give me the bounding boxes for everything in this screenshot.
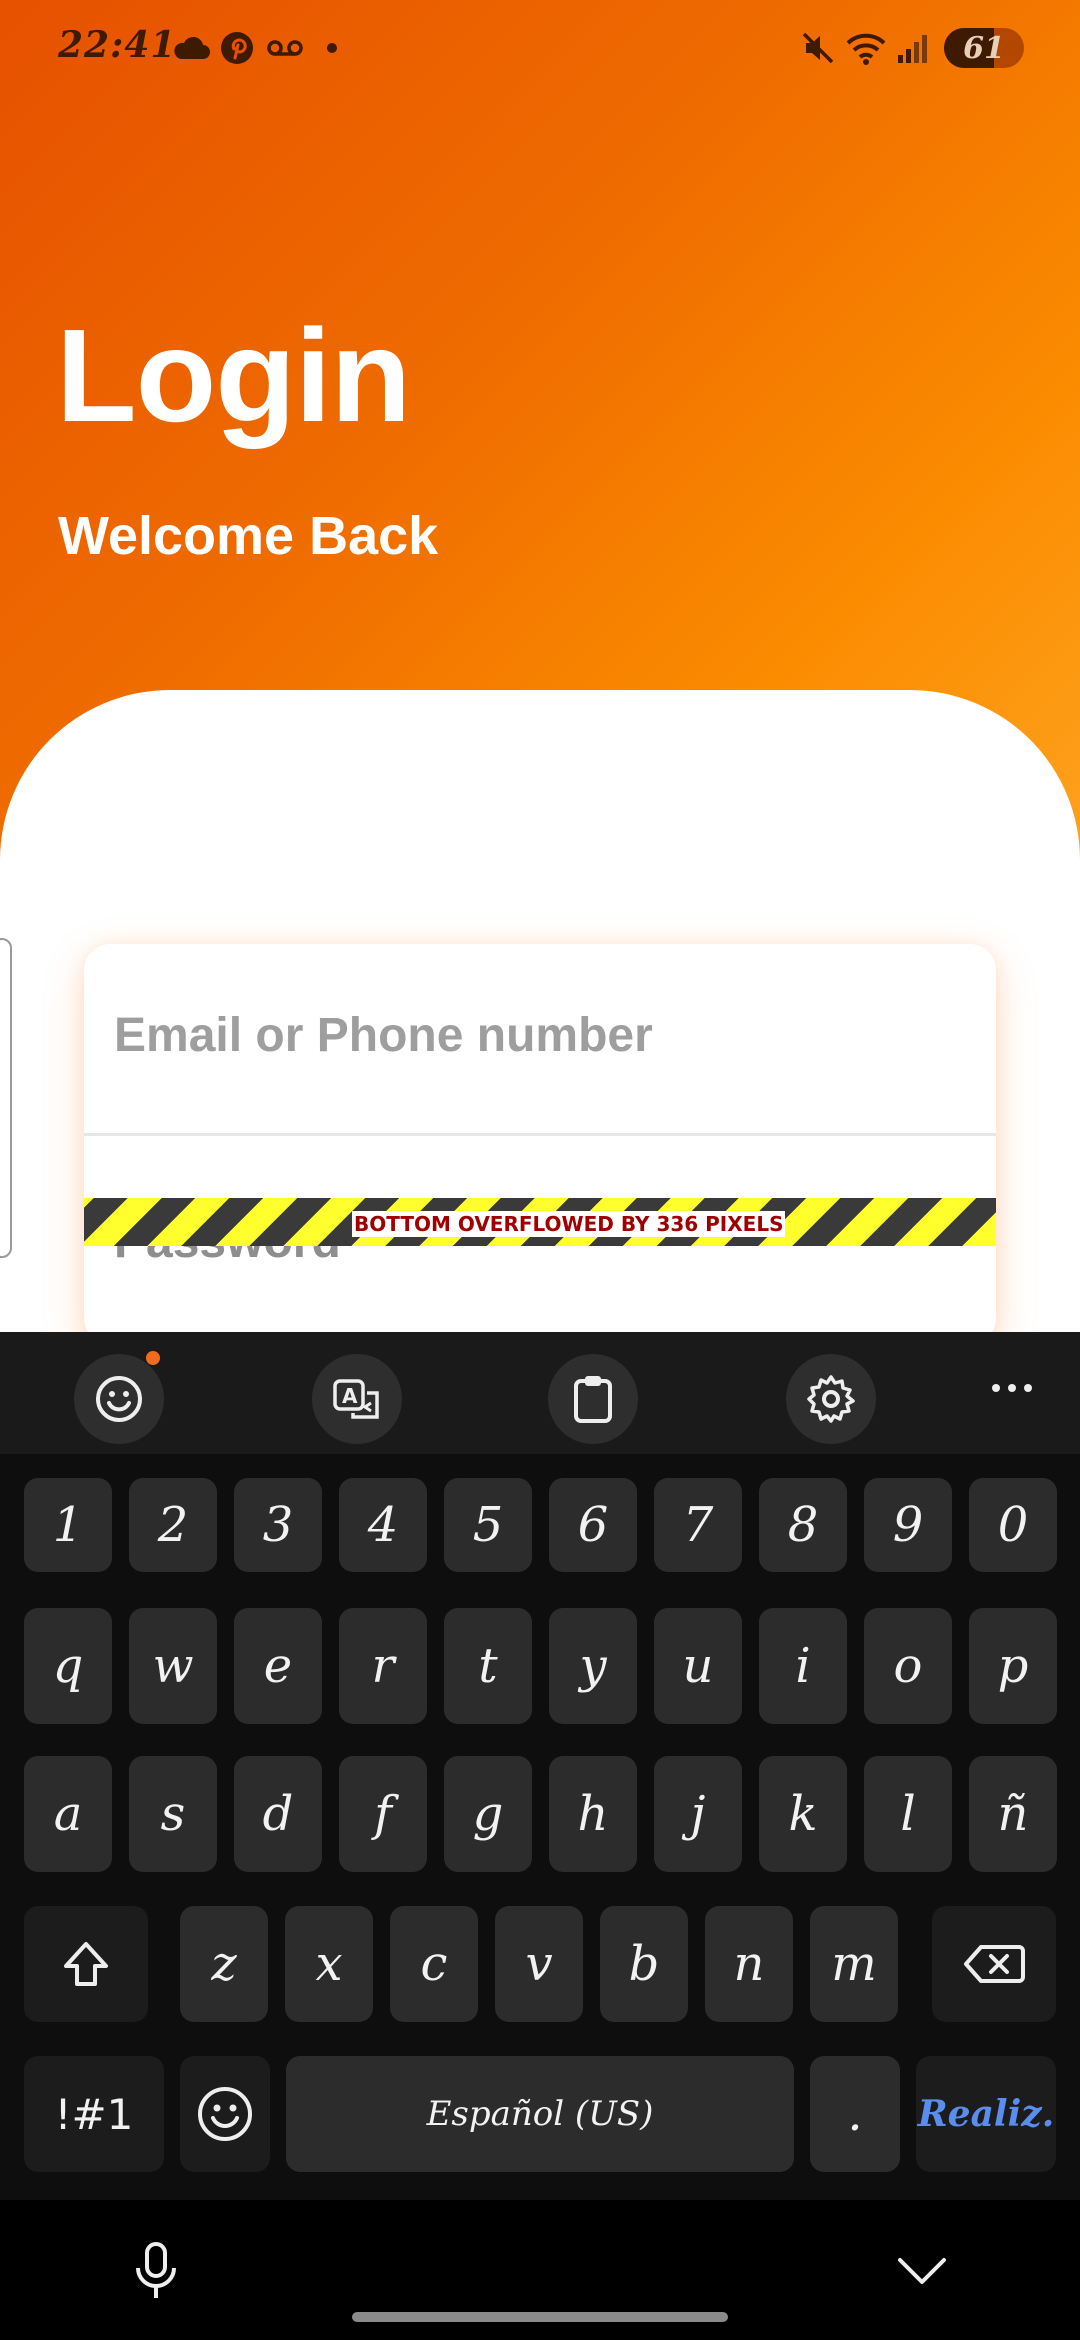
key-g[interactable]: g — [444, 1756, 532, 1872]
key-b[interactable]: b — [600, 1906, 688, 2022]
key-o[interactable]: o — [864, 1608, 952, 1724]
key-v[interactable]: v — [495, 1906, 583, 2022]
key-d[interactable]: d — [234, 1756, 322, 1872]
status-time: 22:41 — [58, 24, 177, 66]
key-7[interactable]: 7 — [654, 1478, 742, 1572]
key-u[interactable]: u — [654, 1608, 742, 1724]
page-subtitle: Welcome Back — [58, 506, 439, 566]
emoji-toolbar-button[interactable] — [74, 1354, 164, 1444]
emoji-notification-badge — [146, 1351, 160, 1365]
key-k[interactable]: k — [759, 1756, 847, 1872]
side-edge-handle[interactable] — [0, 938, 12, 1258]
shift-icon — [64, 1942, 108, 1986]
key-9[interactable]: 9 — [864, 1478, 952, 1572]
shift-key[interactable] — [24, 1906, 148, 2022]
settings-toolbar-button[interactable] — [786, 1354, 876, 1444]
backspace-icon — [964, 1945, 1025, 1983]
email-placeholder: Email or Phone number — [114, 1009, 653, 1062]
keyboard: 1234567890 qwertyuiop asdfghjklñ zxcvbnm… — [0, 1454, 1080, 2200]
mute-icon — [800, 28, 836, 68]
key-q[interactable]: q — [24, 1608, 112, 1724]
clipboard-icon — [574, 1376, 612, 1423]
key-i[interactable]: i — [759, 1608, 847, 1724]
voicemail-icon — [266, 28, 304, 68]
key-a[interactable]: a — [24, 1756, 112, 1872]
page-title: Login — [56, 302, 411, 449]
battery-indicator: 61 — [944, 28, 1024, 68]
key-1[interactable]: 1 — [24, 1478, 112, 1572]
symbols-key[interactable]: !#1 — [24, 2056, 164, 2172]
key-p[interactable]: p — [969, 1608, 1057, 1724]
period-key[interactable]: . — [810, 2056, 900, 2172]
key-c[interactable]: c — [390, 1906, 478, 2022]
key-8[interactable]: 8 — [759, 1478, 847, 1572]
key-6[interactable]: 6 — [549, 1478, 637, 1572]
notification-dot-icon — [326, 28, 338, 68]
emoji-icon — [96, 1376, 142, 1422]
done-key[interactable]: Realiz. — [916, 2056, 1056, 2172]
key-2[interactable]: 2 — [129, 1478, 217, 1572]
key-s[interactable]: s — [129, 1756, 217, 1872]
key-e[interactable]: e — [234, 1608, 322, 1724]
key-h[interactable]: h — [549, 1756, 637, 1872]
hide-keyboard-chevron-icon[interactable] — [896, 2256, 948, 2286]
clipboard-toolbar-button[interactable] — [548, 1354, 638, 1444]
status-bar: 22:41 61 — [0, 0, 1080, 96]
svg-text:A: A — [342, 1384, 358, 1408]
key-f[interactable]: f — [339, 1756, 427, 1872]
email-field[interactable]: Email or Phone number — [84, 944, 996, 1136]
microphone-icon[interactable] — [134, 2242, 178, 2302]
key-r[interactable]: r — [339, 1608, 427, 1724]
key-y[interactable]: y — [549, 1608, 637, 1724]
battery-level: 61 — [963, 30, 1005, 66]
home-indicator[interactable] — [352, 2312, 728, 2322]
key-x[interactable]: x — [285, 1906, 373, 2022]
more-icon[interactable] — [990, 1378, 1034, 1398]
key-0[interactable]: 0 — [969, 1478, 1057, 1572]
key-l[interactable]: l — [864, 1756, 952, 1872]
key-5[interactable]: 5 — [444, 1478, 532, 1572]
overflow-warning-text: BOTTOM OVERFLOWED BY 336 PIXELS — [352, 1211, 786, 1237]
emoji-key[interactable] — [180, 2056, 270, 2172]
cloud-icon — [172, 28, 210, 68]
key-w[interactable]: w — [129, 1608, 217, 1724]
key-ñ[interactable]: ñ — [969, 1756, 1057, 1872]
translate-icon: A — [333, 1379, 379, 1419]
settings-icon — [807, 1375, 855, 1423]
login-form-card: Email or Phone number Password — [84, 944, 996, 1344]
key-j[interactable]: j — [654, 1756, 742, 1872]
key-z[interactable]: z — [180, 1906, 268, 2022]
key-m[interactable]: m — [810, 1906, 898, 2022]
space-bar[interactable]: Español (US) — [286, 2056, 794, 2172]
key-t[interactable]: t — [444, 1608, 532, 1724]
key-n[interactable]: n — [705, 1906, 793, 2022]
wifi-icon — [846, 28, 886, 68]
keyboard-toolbar: A — [0, 1332, 1080, 1454]
pinterest-icon — [220, 28, 254, 68]
signal-icon — [896, 28, 930, 68]
backspace-key[interactable] — [932, 1906, 1056, 2022]
key-3[interactable]: 3 — [234, 1478, 322, 1572]
emoji-key-icon — [198, 2087, 252, 2141]
translate-toolbar-button[interactable]: A — [312, 1354, 402, 1444]
key-4[interactable]: 4 — [339, 1478, 427, 1572]
